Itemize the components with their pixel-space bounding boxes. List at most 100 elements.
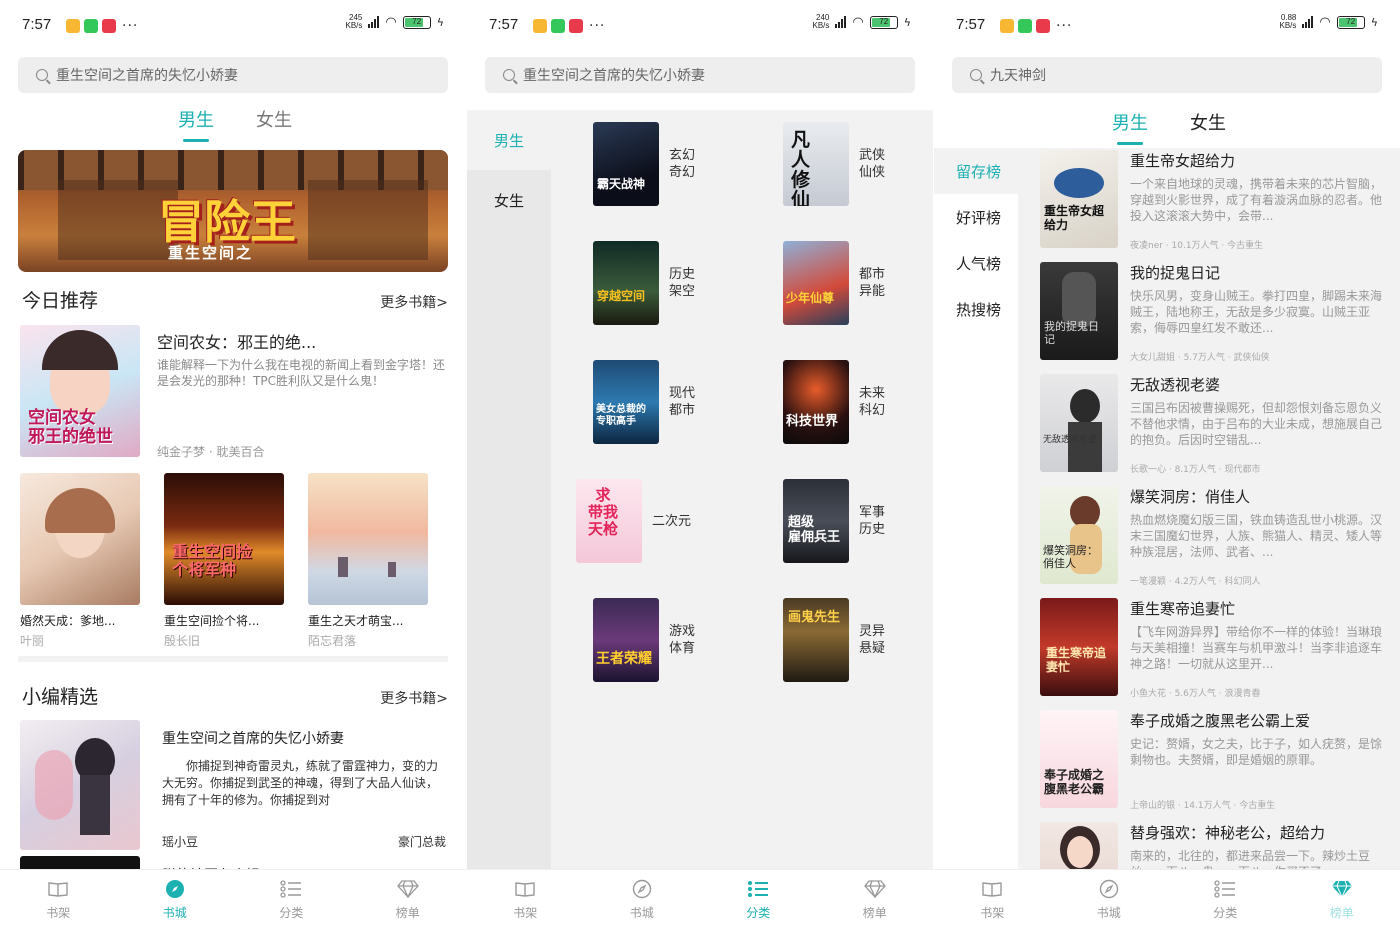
book-title: 奉子成婚之腹黑老公霸上爱 bbox=[1130, 712, 1311, 730]
wifi-icon: ◠ bbox=[385, 14, 397, 30]
sidebar-item-rating[interactable]: 好评榜 bbox=[934, 194, 1018, 240]
tab-female[interactable]: 女生 bbox=[256, 106, 292, 132]
category-item[interactable]: 超级 雇佣兵王 军事 历史 bbox=[783, 473, 933, 569]
book-icon bbox=[47, 878, 69, 900]
grid-book[interactable]: 婚然天成：爹地... 叶丽 bbox=[20, 473, 140, 649]
ranking-sidebar: 留存榜 好评榜 人气榜 热搜榜 bbox=[934, 148, 1018, 888]
book-title: 重生之天才萌宝... bbox=[308, 614, 404, 628]
nav-bookshelf[interactable]: 书架 bbox=[467, 870, 584, 933]
sidebar-item-male[interactable]: 男生 bbox=[467, 110, 551, 170]
category-item[interactable]: 画鬼先生 灵异 悬疑 bbox=[783, 592, 933, 688]
category-grid: 霸天战神 玄幻 奇幻 凡人修仙 武侠 仙侠 穿越空间 历史 架空 少年仙尊 都市 异能 … bbox=[551, 110, 933, 885]
search-input[interactable]: 重生空间之首席的失忆小娇妻 bbox=[18, 57, 448, 93]
more-notifications-icon: ··· bbox=[122, 18, 139, 34]
sidebar-item-retention[interactable]: 留存榜 bbox=[934, 148, 1018, 194]
book-cover: 我的捉鬼日 记 bbox=[1040, 262, 1118, 360]
category-item[interactable]: 王者荣耀 游戏 体育 bbox=[593, 592, 773, 688]
diamond-icon bbox=[863, 878, 886, 900]
list-item[interactable]: 无敌透视老婆 无敌透视老婆 三国吕布因被曹操赐死，但却怨恨刘备忘恩负义不替他求情… bbox=[1040, 374, 1388, 475]
nav-bookshelf[interactable]: 书架 bbox=[934, 870, 1051, 933]
category-cover: 美女总裁的 专职高手 bbox=[593, 360, 659, 444]
app-notification-icon bbox=[533, 19, 547, 33]
sidebar-item-hot-search[interactable]: 热搜榜 bbox=[934, 286, 1018, 332]
app-notification-icon bbox=[1018, 19, 1032, 33]
nav-category[interactable]: 分类 bbox=[700, 870, 817, 933]
book-author: 殷长旧 bbox=[164, 634, 201, 648]
nav-bookshelf[interactable]: 书架 bbox=[0, 870, 117, 933]
book-title: 重生空间捡个将... bbox=[164, 614, 260, 628]
clock: 7:57 bbox=[22, 16, 52, 33]
category-item[interactable]: 美女总裁的 专职高手 现代 都市 bbox=[593, 354, 773, 450]
grid-book[interactable]: 重生之天才萌宝... 陌忘君落 bbox=[308, 473, 428, 649]
status-bar: 7:57 ··· 0.88 KB/s ◠ 72 ϟ bbox=[956, 14, 1378, 38]
app-notification-icon bbox=[569, 19, 583, 33]
signal-icon bbox=[1302, 16, 1314, 28]
nav-ranking[interactable]: 榜单 bbox=[1284, 870, 1400, 933]
search-input[interactable]: 九天神剑 bbox=[952, 57, 1382, 93]
tab-male[interactable]: 男生 bbox=[178, 106, 214, 142]
wifi-icon: ◠ bbox=[1319, 14, 1331, 30]
category-item[interactable]: 霸天战神 玄幻 奇幻 bbox=[593, 116, 773, 212]
grid-book[interactable]: 重生空间捡 个将军种 重生空间捡个将... 殷长旧 bbox=[164, 473, 284, 649]
app-notification-icon bbox=[84, 19, 98, 33]
category-item[interactable]: 少年仙尊 都市 异能 bbox=[783, 235, 933, 331]
ranking-screen: 7:57 ··· 0.88 KB/s ◠ 72 ϟ 九天神剑 男生 女生 留存榜… bbox=[934, 0, 1400, 933]
nav-category[interactable]: 分类 bbox=[1167, 870, 1284, 933]
compass-icon bbox=[631, 878, 653, 900]
list-item[interactable]: 爆笑洞房： 俏佳人 爆笑洞房：俏佳人 热血燃烧魔幻版三国，铁血铸造乱世小桃源。汉… bbox=[1040, 486, 1388, 587]
gender-tabs: 男生 女生 bbox=[178, 106, 292, 142]
book-title: 重生帝女超给力 bbox=[1130, 152, 1236, 170]
banner[interactable]: 冒险王 重生空间之 bbox=[18, 150, 448, 272]
tab-male[interactable]: 男生 bbox=[1112, 109, 1148, 145]
book-meta: 纯金子梦 · 耽美百合 bbox=[157, 445, 265, 459]
category-item[interactable]: 凡人修仙 武侠 仙侠 bbox=[783, 116, 933, 212]
book-grid: 婚然天成：爹地... 叶丽 重生空间捡 个将军种 重生空间捡个将... 殷长旧 … bbox=[20, 473, 448, 653]
book-title: 无敌透视老婆 bbox=[1130, 376, 1221, 394]
sidebar-item-popular[interactable]: 人气榜 bbox=[934, 240, 1018, 286]
category-cover: 超级 雇佣兵王 bbox=[783, 479, 849, 563]
section-title: 小编精选 bbox=[22, 686, 99, 708]
book-title: 我的捉鬼日记 bbox=[1130, 264, 1221, 282]
book-icon bbox=[981, 878, 1003, 900]
featured-book[interactable]: 空间农女 邪王的绝世 空间农女：邪王的绝... 谁能解释一下为什么我在电视的新闻… bbox=[20, 325, 448, 460]
app-notification-icon bbox=[66, 19, 80, 33]
nav-ranking[interactable]: 榜单 bbox=[817, 870, 934, 933]
net-speed: 240 KB/s bbox=[812, 13, 830, 30]
divider bbox=[18, 656, 448, 662]
search-icon bbox=[970, 69, 982, 81]
list-item[interactable]: 重生帝女超 给力 重生帝女超给力 一个来自地球的灵魂，携带着未来的芯片智脑，穿越… bbox=[1040, 150, 1388, 251]
nav-bookstore[interactable]: 书城 bbox=[117, 870, 234, 933]
book-description: 【飞车网游异界】带给你不一样的体验！当琳琅与天美相撞！当赛车与机甲激斗！当李非追… bbox=[1130, 625, 1383, 671]
list-item[interactable]: 奉子成婚之 腹黑老公霸 奉子成婚之腹黑老公霸上爱 史记：赘婿，女之夫，比于子，如… bbox=[1040, 710, 1388, 811]
charging-icon: ϟ bbox=[903, 15, 911, 29]
category-item[interactable]: 穿越空间 历史 架空 bbox=[593, 235, 773, 331]
category-cover: 少年仙尊 bbox=[783, 241, 849, 325]
category-cover: 凡人修仙 bbox=[783, 122, 849, 206]
battery-icon: 72 bbox=[869, 15, 898, 29]
nav-bookstore[interactable]: 书城 bbox=[584, 870, 701, 933]
more-books-link[interactable]: 更多书籍> bbox=[380, 688, 448, 708]
nav-category[interactable]: 分类 bbox=[233, 870, 350, 933]
book-description: 一个来自地球的灵魂，携带着未来的芯片智脑，穿越到火影世界，成了有着漩涡血脉的忍者… bbox=[1130, 177, 1383, 223]
book-author: 陌忘君落 bbox=[308, 634, 357, 648]
compass-icon bbox=[164, 878, 186, 900]
list-item[interactable]: 我的捉鬼日 记 我的捉鬼日记 快乐风男，变身山贼王。拳打四皇，脚踢未来海贼王，陆… bbox=[1040, 262, 1388, 363]
search-input[interactable]: 重生空间之首席的失忆小娇妻 bbox=[485, 57, 915, 93]
compass-icon bbox=[1098, 878, 1120, 900]
tab-female[interactable]: 女生 bbox=[1190, 109, 1226, 135]
nav-ranking[interactable]: 榜单 bbox=[350, 870, 467, 933]
category-item[interactable]: 求 带我 天枪 二次元 bbox=[576, 473, 756, 569]
book-meta: 大女儿甜姐 · 5.7万人气 · 武侠仙侠 bbox=[1130, 353, 1270, 363]
search-icon bbox=[503, 69, 515, 81]
book-cover bbox=[20, 720, 140, 850]
book-cover: 空间农女 邪王的绝世 bbox=[20, 325, 140, 457]
more-books-link[interactable]: 更多书籍> bbox=[380, 292, 448, 312]
book-description: 史记：赘婿，女之夫，比于子，如人疣赘，是馀剩物也。夫赘婿，即是婚姻的原罪。 bbox=[1130, 737, 1383, 767]
nav-bookstore[interactable]: 书城 bbox=[1051, 870, 1168, 933]
list-item[interactable]: 重生寒帝追 妻忙 重生寒帝追妻忙 【飞车网游异界】带给你不一样的体验！当琳琅与天… bbox=[1040, 598, 1388, 699]
editor-pick-book[interactable]: 重生空间之首席的失忆小娇妻 你捕捉到神奇雷灵丸，练就了雷霆神力，变的力大无穷。你… bbox=[20, 720, 448, 852]
category-cover: 霸天战神 bbox=[593, 122, 659, 206]
category-item[interactable]: 科技世界 未来 科幻 bbox=[783, 354, 933, 450]
battery-icon: 72 bbox=[402, 15, 431, 29]
sidebar-item-female[interactable]: 女生 bbox=[467, 170, 551, 230]
